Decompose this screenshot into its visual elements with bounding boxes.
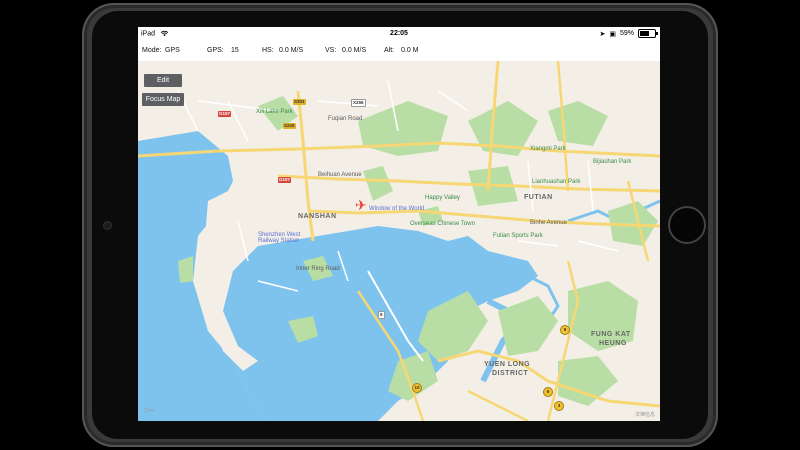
poi-bijiashan: Bijiashan Park bbox=[593, 159, 632, 165]
status-time: 22:05 bbox=[390, 30, 408, 37]
poi-lianhuashan: Lianhuashan Park bbox=[532, 179, 581, 185]
poi-futian-sports: Futian Sports Park bbox=[493, 233, 543, 239]
app-screen: iPad 22:05 ➤ ▣ 59% Mode: GPS GPS: 15 HS:… bbox=[138, 27, 660, 421]
poi-happy-valley: Happy Valley bbox=[425, 195, 460, 201]
map-canvas bbox=[138, 61, 660, 421]
route-3-shield: 3 bbox=[554, 401, 564, 411]
screen-mirror-icon: ▣ bbox=[609, 30, 616, 38]
poi-window-of-world: Window of the World bbox=[369, 206, 425, 212]
district-yuen-long: YUEN LONG bbox=[484, 361, 531, 368]
map-view[interactable]: Edit Focus Map ✈ NANSHAN FUTIAN YUEN LON… bbox=[138, 61, 660, 421]
road-binhe: Binhe Avenue bbox=[530, 220, 567, 226]
route-6-shield: 6 bbox=[543, 387, 553, 397]
legal-link[interactable]: 法律信息 bbox=[635, 411, 655, 418]
shield-s220: S220 bbox=[283, 123, 296, 129]
poi-xili-lake: Xili Lake Park bbox=[256, 109, 293, 115]
gps-label: GPS: bbox=[207, 47, 224, 54]
aircraft-icon: ✈ bbox=[355, 197, 367, 213]
vs-value: 0.0 M/S bbox=[342, 47, 367, 54]
location-arrow-icon: ➤ bbox=[599, 30, 606, 38]
poi-overseas-chinese-town: Overseas Chinese Town bbox=[410, 221, 475, 227]
camera-icon bbox=[104, 222, 111, 229]
battery-percent: 59% bbox=[619, 30, 634, 37]
district-nanshan: NANSHAN bbox=[298, 213, 337, 220]
district-heung: HEUNG bbox=[599, 340, 627, 347]
vs-label: VS: bbox=[325, 47, 337, 54]
route-10-shield: 10 bbox=[412, 383, 422, 393]
shield-x256: X256 bbox=[351, 99, 366, 107]
district-label: DISTRICT bbox=[492, 370, 529, 377]
scale-label: 2 km bbox=[144, 408, 155, 414]
focus-map-button[interactable]: Focus Map bbox=[142, 93, 184, 106]
shield-g107-b: G107 bbox=[278, 177, 292, 183]
telemetry-bar: Mode: GPS GPS: 15 HS: 0.0 M/S VS: 0.0 M/… bbox=[138, 41, 660, 62]
poi-shenzhen-west-station: Shenzhen West Railway Station bbox=[258, 232, 301, 244]
district-futian: FUTIAN bbox=[524, 194, 553, 201]
alt-label: Alt: bbox=[384, 47, 395, 54]
alt-value: 0.0 M bbox=[401, 47, 419, 54]
hs-label: HS: bbox=[262, 47, 274, 54]
district-fung-kat: FUNG KAT bbox=[591, 331, 631, 338]
shield-s301: S301 bbox=[293, 99, 306, 105]
shield-bay-bridge: 9 bbox=[378, 311, 385, 319]
gps-value: 15 bbox=[231, 47, 239, 54]
battery-icon bbox=[638, 29, 658, 38]
road-beihuan: Beihuan Avenue bbox=[318, 172, 362, 178]
route-9-shield: 9 bbox=[560, 325, 570, 335]
poi-xiangmi: Xiangmi Park bbox=[530, 146, 566, 152]
edit-button[interactable]: Edit bbox=[144, 74, 182, 87]
hs-value: 0.0 M/S bbox=[279, 47, 304, 54]
shield-g107-a: G107 bbox=[218, 111, 232, 117]
mode-label: Mode: bbox=[142, 47, 162, 54]
status-bar: iPad 22:05 ➤ ▣ 59% bbox=[138, 27, 660, 41]
road-fuqian: Fuqian Road bbox=[328, 116, 363, 122]
road-inner-ring: Inner Ring Road bbox=[296, 266, 340, 272]
status-right: ➤ ▣ 59% bbox=[599, 29, 658, 38]
home-button[interactable] bbox=[670, 208, 704, 242]
mode-value: GPS bbox=[165, 47, 180, 54]
